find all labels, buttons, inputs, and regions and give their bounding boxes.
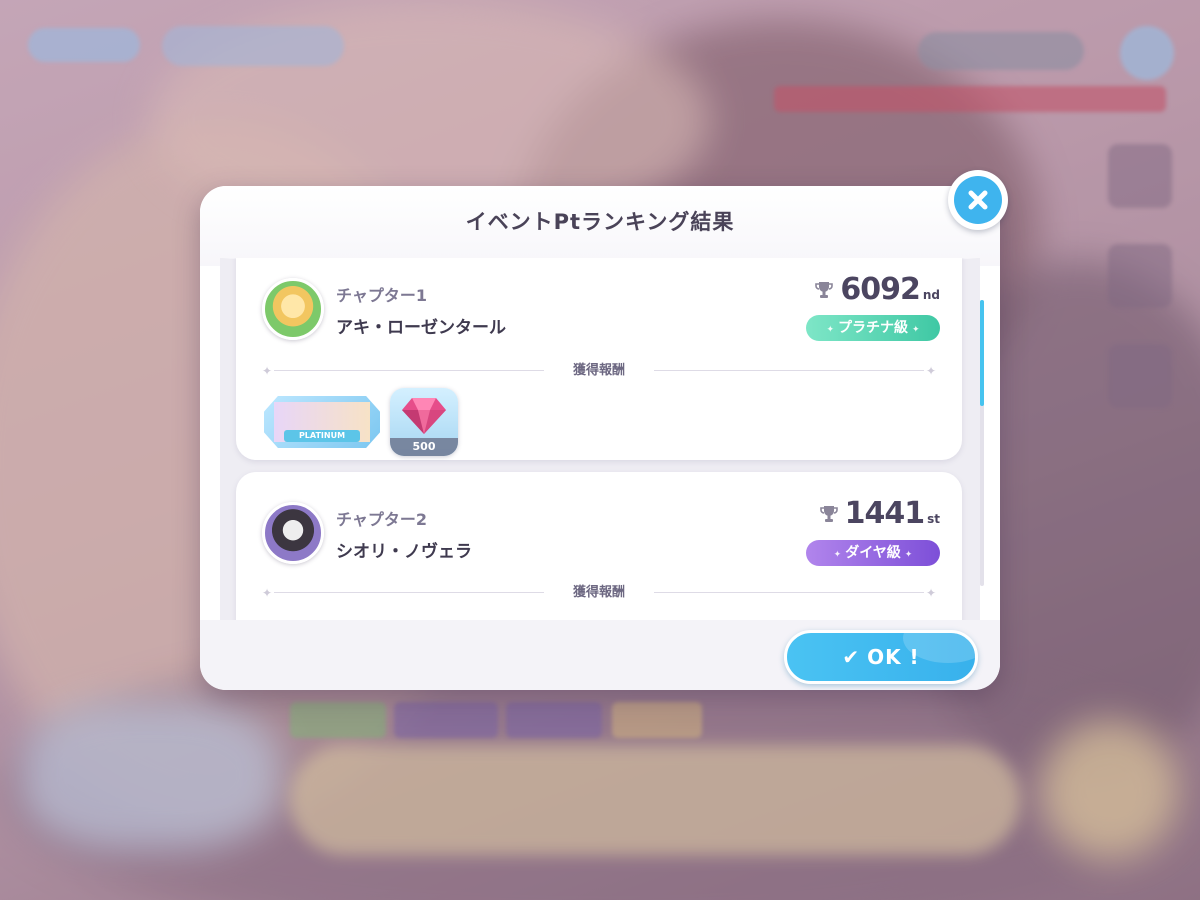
dialog-header: イベントPtランキング結果 bbox=[200, 186, 1000, 266]
gem-icon bbox=[402, 398, 446, 434]
rank-class-label: ダイヤ級 bbox=[845, 545, 901, 561]
ok-button-label: OK ! bbox=[867, 645, 920, 669]
rank-suffix: nd bbox=[922, 288, 940, 302]
chapter-label: チャプター1 bbox=[336, 286, 427, 305]
rank-suffix: st bbox=[927, 512, 940, 526]
ranking-list[interactable]: チャプター1 アキ・ローゼンタール 6092 nd ✦ プラチナ級 ✦ ✦ 獲得報酬 bbox=[220, 258, 980, 620]
ranking-card: チャプター2 シオリ・ノヴェラ 1441 st ✦ダイヤ級✦ ✦ 獲得報酬 bbox=[236, 472, 962, 620]
rank-class-badge: ✦ ダイヤ級 ✦ bbox=[806, 540, 940, 566]
frame-label: PLATINUM bbox=[284, 430, 360, 442]
rewards-divider: ✦ 獲得報酬 ✦ bbox=[262, 584, 936, 602]
close-x-icon bbox=[968, 190, 988, 210]
rank-score: 1441 st bbox=[819, 496, 940, 531]
avatar bbox=[262, 278, 324, 340]
chapter-label: チャプター2 bbox=[336, 510, 427, 529]
character-name: シオリ・ノヴェラ bbox=[336, 542, 472, 562]
reward-quantity: 500 bbox=[390, 438, 458, 456]
ranking-card: チャプター1 アキ・ローゼンタール 6092 nd ✦ プラチナ級 ✦ ✦ 獲得報酬 bbox=[236, 258, 962, 460]
checkmark-icon: ✔ bbox=[842, 645, 860, 669]
reward-frame-item[interactable]: PLATINUM bbox=[264, 396, 380, 448]
rank-number: 1441 bbox=[844, 496, 925, 531]
scrollbar-thumb[interactable] bbox=[980, 300, 984, 406]
close-button[interactable] bbox=[948, 170, 1008, 230]
trophy-icon bbox=[819, 505, 838, 522]
sparkle-icon: ✦ bbox=[925, 364, 936, 378]
rank-class-label: プラチナ級 bbox=[838, 320, 908, 336]
rank-class-badge: ✦ プラチナ級 ✦ bbox=[806, 315, 940, 341]
ranking-result-dialog: イベントPtランキング結果 チャプター1 アキ・ローゼンタール 6092 nd … bbox=[200, 186, 1000, 690]
ok-button[interactable]: ✔ OK ! bbox=[784, 630, 978, 684]
character-name: アキ・ローゼンタール bbox=[336, 318, 506, 338]
rewards-heading: 獲得報酬 bbox=[572, 585, 625, 600]
dialog-title: イベントPtランキング結果 bbox=[465, 210, 735, 234]
rewards-heading: 獲得報酬 bbox=[572, 363, 625, 378]
avatar bbox=[262, 502, 324, 564]
rank-score: 6092 nd bbox=[814, 272, 940, 307]
rank-number: 6092 bbox=[840, 272, 920, 307]
reward-gem-item[interactable]: 500 bbox=[390, 388, 458, 456]
sparkle-icon: ✦ bbox=[925, 586, 936, 600]
rewards-divider: ✦ 獲得報酬 ✦ bbox=[262, 362, 936, 380]
scrollbar[interactable] bbox=[980, 300, 984, 586]
trophy-icon bbox=[815, 281, 834, 298]
